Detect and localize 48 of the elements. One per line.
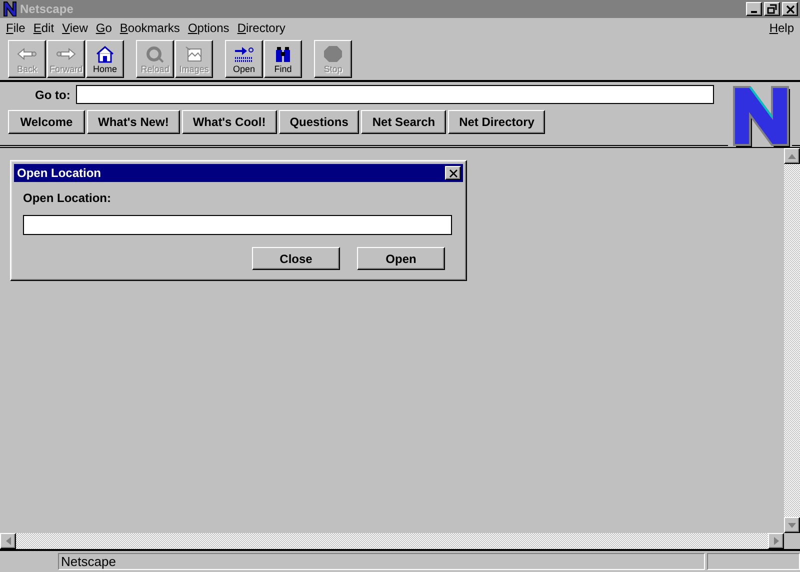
dialog-button[interactable]: Close (252, 247, 340, 270)
directory-button[interactable]: What's Cool! (182, 110, 277, 134)
window-title: Netscape (20, 2, 74, 16)
vertical-scrollbar[interactable] (784, 148, 800, 533)
open-icon (233, 44, 255, 62)
status-message: Netscape (58, 553, 705, 570)
up-triangle-icon (788, 154, 796, 158)
menu-item[interactable]: Help (765, 20, 798, 34)
dialog-button[interactable]: Open (357, 247, 445, 270)
close-icon (448, 168, 458, 178)
down-triangle-icon (788, 522, 796, 528)
directory-button[interactable]: What's New! (87, 110, 180, 134)
directory-button[interactable]: Questions (278, 110, 360, 134)
toolbar-button[interactable]: Open (225, 40, 263, 78)
toolbar-button[interactable]: Home (86, 40, 124, 78)
scroll-right-button[interactable] (768, 533, 784, 549)
menu-item[interactable]: Options (184, 20, 234, 34)
location-field[interactable] (76, 85, 714, 104)
directory-button[interactable]: Net Directory (448, 110, 546, 134)
go-to-label: Go to: (35, 88, 70, 102)
menu-item[interactable]: Go (92, 20, 116, 34)
left-triangle-icon (6, 537, 10, 545)
scroll-up-button[interactable] (784, 148, 800, 164)
menu-item[interactable]: Directory (233, 20, 290, 34)
menu-item[interactable]: Edit (29, 20, 58, 34)
reload-icon (144, 44, 166, 62)
menu-item[interactable]: File (2, 20, 30, 34)
directory-button[interactable]: Welcome (8, 110, 85, 134)
close-button[interactable] (782, 2, 798, 16)
restore-button[interactable] (764, 2, 780, 16)
toolbar-button[interactable]: Find (264, 40, 302, 78)
menu-item[interactable]: View (58, 20, 92, 34)
location-input-field[interactable] (23, 215, 452, 235)
scroll-down-button[interactable] (784, 517, 800, 533)
stop-sign-icon (322, 44, 344, 62)
horizontal-scrollbar[interactable] (0, 533, 784, 549)
dialog-title: Open Location (17, 166, 102, 180)
right-triangle-icon (774, 537, 778, 545)
house-icon (94, 44, 116, 62)
scroll-left-button[interactable] (0, 533, 16, 549)
field-label: Open Location: (23, 191, 112, 205)
minimize-button[interactable] (746, 2, 762, 16)
close-icon (786, 4, 794, 14)
directory-button[interactable]: Net Search (361, 110, 446, 134)
dialog-close-button[interactable] (445, 166, 461, 180)
restore-icon (767, 4, 777, 14)
netscape-logo-icon (2, 1, 18, 17)
menu-item[interactable]: Bookmarks (116, 20, 184, 34)
